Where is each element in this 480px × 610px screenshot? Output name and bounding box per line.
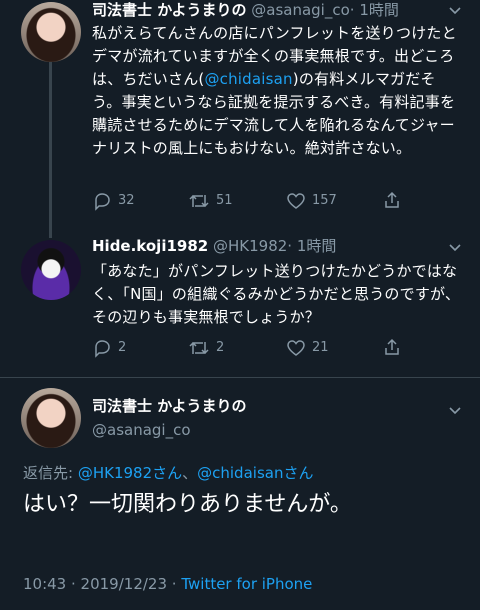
avatar[interactable]: [21, 388, 81, 448]
like-count: 21: [312, 340, 329, 355]
tweet-header: Hide.koji1982 @HK1982· 1時間: [92, 236, 336, 256]
tweet[interactable]: Hide.koji1982 @HK1982· 1時間 「あなた」がパンフレット送…: [0, 235, 480, 375]
client-link[interactable]: Twitter for iPhone: [181, 575, 312, 593]
retweet-count: 51: [216, 193, 233, 208]
heart-icon: [287, 340, 305, 356]
reply-button[interactable]: 2: [92, 337, 126, 359]
retweet-icon: [189, 194, 209, 208]
handle[interactable]: @HK1982: [213, 237, 287, 255]
tweet-actions: 32 51 157: [92, 190, 472, 212]
tweet-text: はい？一切関わりありませんが。: [23, 492, 352, 517]
avatar[interactable]: [21, 2, 81, 62]
timestamp[interactable]: · 1時間: [287, 237, 336, 255]
retweet-button[interactable]: 2: [188, 337, 224, 359]
chevron-down-icon[interactable]: [447, 2, 463, 18]
share-button[interactable]: [382, 337, 408, 357]
reply-button[interactable]: 32: [92, 190, 135, 212]
timestamp[interactable]: · 1時間: [350, 1, 399, 19]
timeline: 司法書士 かようまりの @asanagi_co· 1時間 私がえらてんさんの店に…: [0, 0, 480, 610]
tweet-text: 「あなた」がパンフレット送りつけたかどうかではなく、「N国」の組織ぐるみかどうか…: [92, 262, 461, 326]
reply-count: 32: [118, 193, 135, 208]
tweet-text: 私がえらてんさんの店にパンフレットを送りつけたとデマが流れていますが全くの事実無…: [92, 22, 464, 160]
avatar[interactable]: [21, 240, 81, 300]
share-button[interactable]: [382, 190, 408, 210]
share-icon: [385, 191, 399, 208]
chevron-down-icon[interactable]: [447, 402, 463, 418]
like-count: 157: [312, 193, 337, 208]
handle[interactable]: @asanagi_co: [92, 421, 191, 439]
chevron-down-icon[interactable]: [447, 239, 463, 255]
display-name[interactable]: 司法書士 かようまりの: [92, 1, 246, 19]
focused-tweet[interactable]: 司法書士 かようまりの @asanagi_co 返信先: @HK1982さん、@…: [0, 378, 480, 610]
retweet-icon: [189, 341, 209, 355]
tweet[interactable]: 司法書士 かようまりの @asanagi_co· 1時間 私がえらてんさんの店に…: [0, 0, 480, 235]
retweet-count: 2: [216, 340, 225, 355]
share-icon: [385, 338, 399, 355]
handle[interactable]: @asanagi_co: [251, 1, 350, 19]
heart-icon: [287, 193, 305, 209]
handle-row: @asanagi_co: [92, 420, 191, 440]
replying-separator: 、: [182, 464, 198, 482]
tweet-header: 司法書士 かようまりの @asanagi_co· 1時間: [92, 0, 399, 20]
tweet-time: 10:43: [23, 575, 67, 593]
display-name[interactable]: 司法書士 かようまりの: [92, 397, 246, 415]
tweet-actions: 2 2 21: [92, 337, 472, 359]
reply-count: 2: [118, 340, 127, 355]
display-name[interactable]: Hide.koji1982: [92, 237, 208, 255]
like-button[interactable]: 21: [286, 337, 329, 359]
tweet-date: · 2019/12/23 ·: [71, 575, 177, 593]
mention-link[interactable]: @HK1982さん: [78, 464, 182, 482]
reply-icon: [95, 340, 110, 358]
tweet-header: 司法書士 かようまりの: [92, 396, 246, 416]
retweet-button[interactable]: 51: [188, 190, 233, 212]
tweet-meta: 10:43 · 2019/12/23 · Twitter for iPhone: [23, 575, 312, 593]
replying-label: 返信先:: [23, 464, 78, 482]
mention-link[interactable]: @chidaisan: [204, 70, 292, 88]
reply-icon: [95, 193, 110, 211]
replying-to: 返信先: @HK1982さん、@chidaisanさん: [23, 462, 313, 483]
like-button[interactable]: 157: [286, 190, 337, 212]
mention-link[interactable]: @chidaisanさん: [197, 464, 313, 482]
